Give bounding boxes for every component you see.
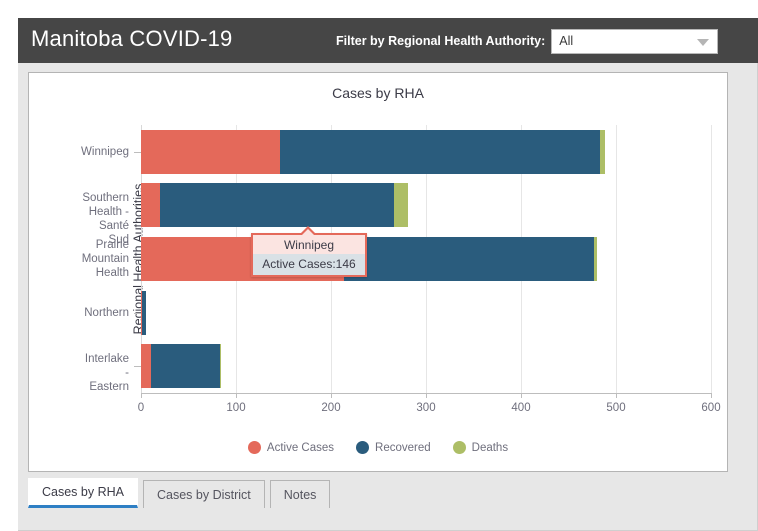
bar-segment-recovered[interactable]: [344, 237, 595, 281]
bar-row[interactable]: [141, 237, 597, 281]
y-axis-label: Prairie Mountain Health: [81, 239, 129, 279]
x-axis-tick-label: 0: [137, 402, 145, 414]
y-axis-label: Interlake - Eastern: [84, 353, 129, 394]
bar-row[interactable]: [141, 344, 221, 389]
x-axis-tick-label: 600: [701, 402, 721, 414]
chart-tooltip: Winnipeg Active Cases:146: [251, 226, 367, 277]
bar-segment-deaths[interactable]: [599, 129, 605, 174]
y-axis-tick: [134, 366, 141, 368]
chart-title: Cases by RHA: [332, 85, 424, 101]
legend-swatch-icon: [452, 441, 466, 454]
x-axis-tick-label: 400: [511, 402, 531, 414]
y-axis-tick: [134, 205, 141, 207]
chart-card: Cases by RHA Regional Health Authorities…: [28, 72, 728, 472]
bar-segment-active-cases[interactable]: [141, 183, 160, 228]
legend-swatch-icon: [356, 441, 370, 454]
y-axis-tick: [134, 312, 141, 314]
x-axis-tick: [236, 393, 237, 398]
x-axis-tick: [711, 393, 712, 398]
tooltip-title: Winnipeg: [253, 235, 365, 254]
rha-filter-select[interactable]: All: [551, 28, 719, 54]
x-axis-tick: [616, 393, 617, 398]
rha-filter-value: All: [559, 34, 574, 48]
x-axis-tick: [331, 393, 332, 398]
x-axis-tick: [521, 393, 522, 398]
y-axis-label: Winnipeg: [81, 145, 129, 158]
x-gridline: [616, 125, 617, 393]
page-title: Manitoba COVID-19: [31, 26, 233, 51]
legend-label: Recovered: [375, 441, 431, 454]
bar-row[interactable]: [141, 129, 605, 174]
legend-item[interactable]: Recovered: [356, 441, 431, 454]
legend-label: Active Cases: [266, 441, 335, 454]
y-axis-label: Northern: [84, 306, 129, 319]
bar-segment-recovered[interactable]: [141, 290, 146, 335]
tooltip-arrow-inner: [302, 229, 314, 235]
page-margin-left: [0, 0, 18, 531]
tab-cases-by-district[interactable]: Cases by District: [142, 480, 265, 508]
bar-segment-recovered[interactable]: [160, 183, 394, 228]
chevron-down-icon: [697, 38, 710, 46]
legend-item[interactable]: Deaths: [452, 441, 509, 454]
bar-segment-deaths[interactable]: [393, 183, 408, 228]
bar-row[interactable]: [141, 290, 146, 335]
x-axis-tick-label: 300: [416, 402, 436, 414]
legend-label: Deaths: [471, 441, 509, 454]
page-margin-top: [0, 0, 758, 18]
app-header: Manitoba COVID-19 Filter by Regional Hea…: [18, 18, 758, 63]
chart-legend: Active Cases Recovered Deaths: [29, 441, 727, 454]
x-axis-tick-label: 200: [321, 402, 341, 414]
legend-swatch-icon: [247, 441, 261, 454]
x-gridline: [711, 125, 712, 393]
bar-segment-recovered[interactable]: [279, 129, 600, 174]
rha-filter-label: Filter by Regional Health Authority:: [336, 34, 546, 48]
tab-cases-by-rha[interactable]: Cases by RHA: [28, 478, 138, 508]
x-axis-tick: [426, 393, 427, 398]
bar-row[interactable]: [141, 183, 408, 228]
tab-bar: Cases by RHA Cases by District Notes: [28, 478, 335, 508]
page-background: Manitoba COVID-19 Filter by Regional Hea…: [0, 0, 758, 531]
bar-segment-active-cases[interactable]: [141, 129, 280, 174]
y-axis-tick: [134, 151, 141, 153]
tab-notes[interactable]: Notes: [269, 480, 331, 508]
x-axis-tick-label: 500: [606, 402, 626, 414]
bar-segment-active-cases[interactable]: [141, 344, 152, 389]
bar-segment-deaths[interactable]: [219, 344, 221, 389]
x-axis-tick-label: 100: [226, 402, 246, 414]
legend-item[interactable]: Active Cases: [247, 441, 335, 454]
y-axis-tick: [134, 259, 141, 260]
tooltip-detail: Active Cases:146: [253, 254, 365, 275]
chart-plot-area: 0 100 200 300 400 500 600 Winnipeg Southern Heal…: [81, 125, 721, 414]
x-axis-tick: [141, 393, 142, 398]
bar-segment-recovered[interactable]: [151, 344, 220, 389]
bar-segment-deaths[interactable]: [594, 237, 597, 281]
rha-filter: Filter by Regional Health Authority: All: [336, 28, 719, 54]
